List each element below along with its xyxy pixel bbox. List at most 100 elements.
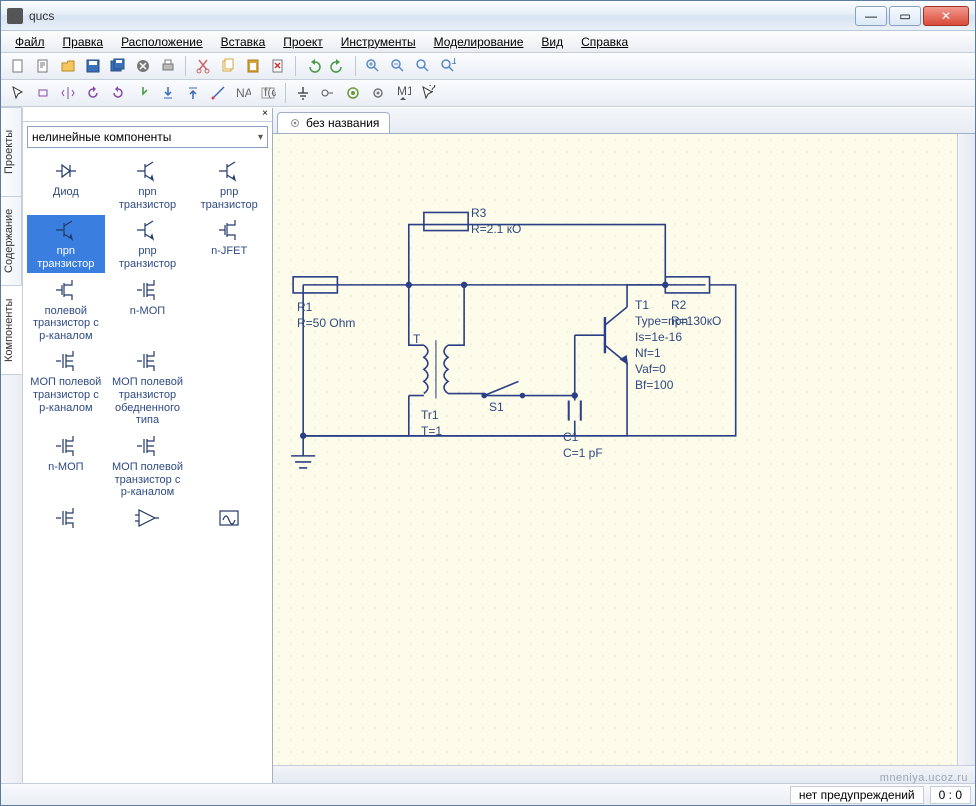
menu-insert[interactable]: Вставка bbox=[215, 33, 272, 51]
insert-up-tool[interactable] bbox=[182, 82, 204, 104]
palette-item-label: МОП полевой транзистор обедненного типа bbox=[109, 376, 187, 427]
maximize-button[interactable]: ▭ bbox=[889, 6, 921, 26]
doc-tab-untitled[interactable]: без названия bbox=[277, 112, 390, 133]
label-c1-val: C=1 pF bbox=[563, 446, 603, 460]
sidebar-tab-strip: Проекты Содержание Компоненты bbox=[1, 108, 23, 783]
palette-item[interactable]: Диод bbox=[27, 156, 105, 213]
new-button[interactable] bbox=[7, 55, 29, 77]
document-tabs: без названия bbox=[273, 108, 975, 134]
port-tool[interactable] bbox=[317, 82, 339, 104]
save-button[interactable] bbox=[82, 55, 104, 77]
menu-project[interactable]: Проект bbox=[277, 33, 329, 51]
component-icon bbox=[109, 348, 187, 374]
rotate-left-tool[interactable] bbox=[82, 82, 104, 104]
statusbar: нет предупреждений 0 : 0 bbox=[1, 783, 975, 805]
wire-tool[interactable] bbox=[207, 82, 229, 104]
insert-down-tool[interactable] bbox=[157, 82, 179, 104]
zoom-out-button[interactable] bbox=[387, 55, 409, 77]
menu-view[interactable]: Вид bbox=[535, 33, 569, 51]
menu-tools[interactable]: Инструменты bbox=[335, 33, 422, 51]
side-tab-content[interactable]: Содержание bbox=[1, 196, 22, 286]
equation-tool[interactable]: f(ω) bbox=[257, 82, 279, 104]
palette-item-label: МОП полевой транзистор с p-каналом bbox=[109, 461, 187, 499]
palette-item[interactable]: npn транзистор bbox=[27, 215, 105, 272]
close-button[interactable]: ✕ bbox=[923, 6, 969, 26]
ground-tool[interactable] bbox=[292, 82, 314, 104]
label-t1-p2: Is=1e-16 bbox=[635, 330, 682, 344]
palette-item-label: МОП полевой транзистор с p-каналом bbox=[27, 376, 105, 414]
palette-item[interactable] bbox=[109, 503, 187, 535]
marker-tool[interactable]: M1 bbox=[392, 82, 414, 104]
copy-button[interactable] bbox=[217, 55, 239, 77]
palette-item-label: n-МОП bbox=[27, 461, 105, 474]
minimize-button[interactable]: — bbox=[855, 6, 887, 26]
component-tool[interactable] bbox=[32, 82, 54, 104]
palette-item[interactable] bbox=[190, 503, 268, 535]
label-tr1-val: T=1 bbox=[421, 424, 442, 438]
close-doc-button[interactable] bbox=[132, 55, 154, 77]
paste-button[interactable] bbox=[242, 55, 264, 77]
menu-help[interactable]: Справка bbox=[575, 33, 634, 51]
mirror-tool[interactable] bbox=[57, 82, 79, 104]
palette-item[interactable]: npn транзистор bbox=[109, 156, 187, 213]
svg-text:1: 1 bbox=[451, 58, 456, 67]
palette-item[interactable]: n-МОП bbox=[27, 431, 105, 501]
vertical-scrollbar[interactable] bbox=[957, 134, 975, 765]
palette-item[interactable]: n-МОП bbox=[109, 275, 187, 345]
component-icon bbox=[190, 217, 268, 243]
zoom-in-button[interactable] bbox=[362, 55, 384, 77]
redo-button[interactable] bbox=[327, 55, 349, 77]
simulate-tool[interactable] bbox=[342, 82, 364, 104]
palette-item[interactable]: МОП полевой транзистор обедненного типа bbox=[109, 346, 187, 429]
schematic-canvas[interactable]: R3 R=2.1 кО R1 R=50 Ohm T Tr1 T=1 S1 C1 … bbox=[273, 134, 957, 765]
new-text-button[interactable] bbox=[32, 55, 54, 77]
panel-close-icon[interactable]: × bbox=[23, 108, 272, 122]
menu-simulation[interactable]: Моделирование bbox=[428, 33, 530, 51]
settings-tool[interactable] bbox=[367, 82, 389, 104]
svg-text:f(ω): f(ω) bbox=[264, 85, 276, 99]
palette-item[interactable]: полевой транзистор с p-каналом bbox=[27, 275, 105, 345]
toolbar-edit: NAME f(ω) M1 ? bbox=[1, 80, 975, 107]
palette-item-label: n-JFET bbox=[190, 245, 268, 258]
label-t1-p5: Bf=100 bbox=[635, 378, 673, 392]
svg-text:NAME: NAME bbox=[236, 86, 251, 100]
open-button[interactable] bbox=[57, 55, 79, 77]
zoom-reset-button[interactable]: 1 bbox=[437, 55, 459, 77]
palette-item[interactable]: n-JFET bbox=[190, 215, 268, 272]
palette-item[interactable]: pnp транзистор bbox=[190, 156, 268, 213]
label-r2-name: R2 bbox=[671, 298, 686, 312]
menu-position[interactable]: Расположение bbox=[115, 33, 209, 51]
component-icon bbox=[109, 505, 187, 531]
palette-item-label: pnp транзистор bbox=[109, 245, 187, 270]
category-combo[interactable]: нелинейные компоненты ▾ bbox=[27, 126, 268, 148]
status-warnings: нет предупреждений bbox=[790, 786, 924, 804]
zoom-fit-button[interactable] bbox=[412, 55, 434, 77]
undo-button[interactable] bbox=[302, 55, 324, 77]
component-icon bbox=[27, 158, 105, 184]
side-tab-components[interactable]: Компоненты bbox=[1, 285, 22, 375]
activate-tool[interactable] bbox=[132, 82, 154, 104]
palette-item-label: Диод bbox=[27, 186, 105, 199]
save-all-button[interactable] bbox=[107, 55, 129, 77]
side-tab-projects[interactable]: Проекты bbox=[1, 107, 22, 197]
context-help-tool[interactable]: ? bbox=[417, 82, 439, 104]
select-tool[interactable] bbox=[7, 82, 29, 104]
rotate-right-tool[interactable] bbox=[107, 82, 129, 104]
palette-item-label: полевой транзистор с p-каналом bbox=[27, 305, 105, 343]
delete-button[interactable] bbox=[267, 55, 289, 77]
menu-edit[interactable]: Правка bbox=[57, 33, 110, 51]
name-tool[interactable]: NAME bbox=[232, 82, 254, 104]
component-icon bbox=[27, 277, 105, 303]
horizontal-scrollbar[interactable] bbox=[273, 765, 975, 783]
print-button[interactable] bbox=[157, 55, 179, 77]
palette-item[interactable] bbox=[27, 503, 105, 535]
cut-button[interactable] bbox=[192, 55, 214, 77]
status-coords: 0 : 0 bbox=[930, 786, 971, 804]
palette-item[interactable]: МОП полевой транзистор с p-каналом bbox=[109, 431, 187, 501]
toolbar-main: 1 bbox=[1, 53, 975, 80]
component-icon bbox=[27, 505, 105, 531]
palette-item[interactable]: МОП полевой транзистор с p-каналом bbox=[27, 346, 105, 429]
palette-item[interactable]: pnp транзистор bbox=[109, 215, 187, 272]
menu-file[interactable]: Файл bbox=[9, 33, 51, 51]
component-icon bbox=[27, 433, 105, 459]
